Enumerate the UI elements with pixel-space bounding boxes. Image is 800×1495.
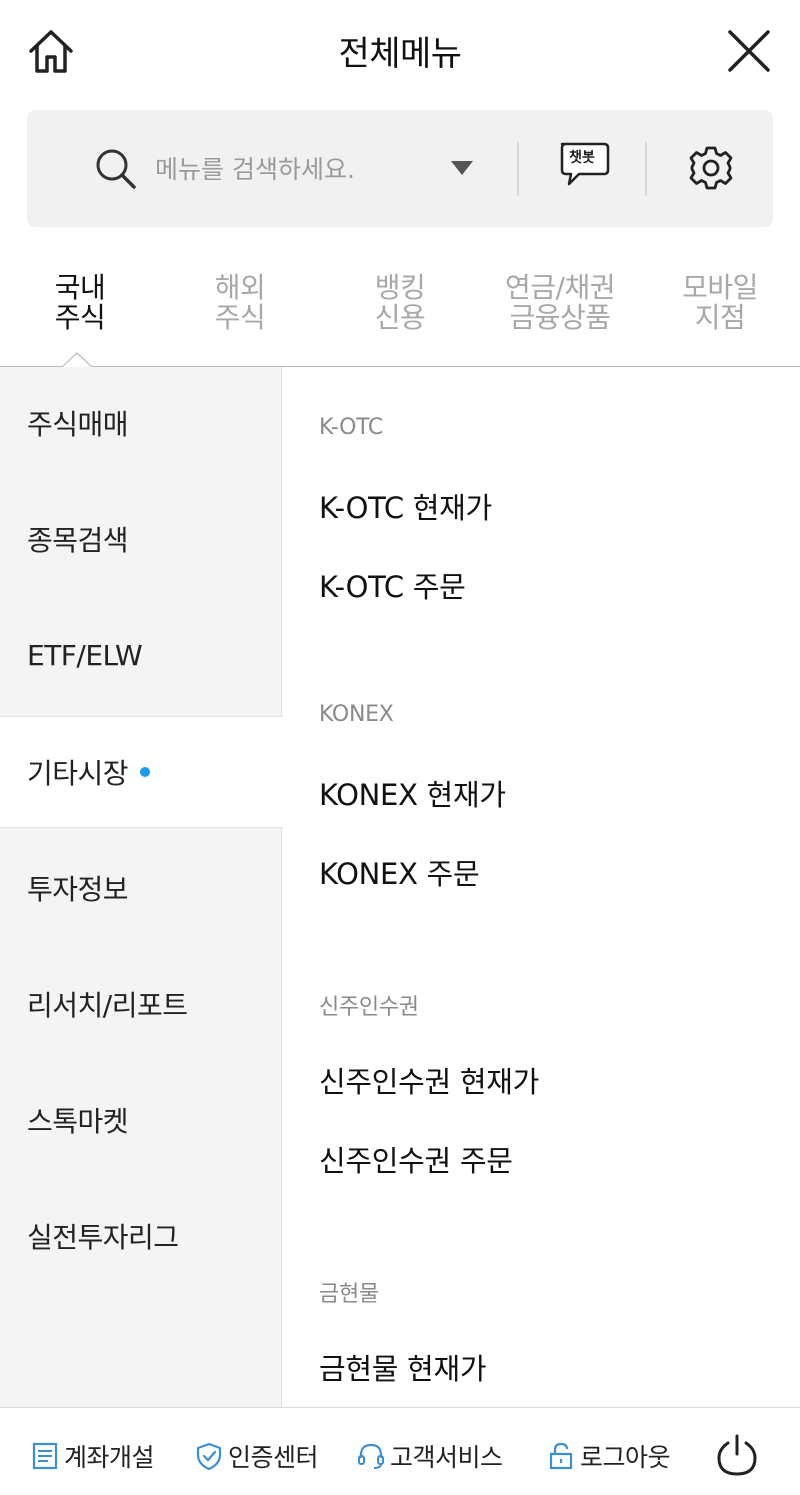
bottom-bar: 계좌개설 인증센터 고객서비스 로그아웃	[0, 1407, 800, 1495]
search-input[interactable]	[155, 148, 465, 190]
tab-pension-bond[interactable]: 연금/채권 금융상품	[480, 273, 640, 333]
submenu-item[interactable]: 신주인수권 주문	[319, 1138, 513, 1180]
search-icon	[96, 149, 136, 189]
left-menu-item-research-report[interactable]: 리서치/리포트	[0, 948, 282, 1060]
search-bar: 챗봇	[27, 110, 773, 227]
tab-banking-credit[interactable]: 뱅킹 신용	[320, 273, 480, 333]
section-header-warrants: 신주인수권	[319, 995, 419, 1020]
divider	[645, 142, 647, 196]
submenu-panel: K-OTC K-OTC 현재가 K-OTC 주문 KONEX KONEX 현재가…	[283, 367, 800, 1407]
tab-overseas-stock[interactable]: 해외 주식	[160, 273, 320, 333]
unlock-icon	[549, 1442, 573, 1470]
category-tabs: 국내 주식 해외 주식 뱅킹 신용 연금/채권 금융상품 모바일 지점	[0, 265, 800, 367]
active-tab-indicator-icon	[62, 352, 92, 368]
left-menu-item-trading-league[interactable]: 실전투자리그	[0, 1180, 282, 1292]
section-header-k-otc: K-OTC	[319, 415, 383, 440]
chatbot-button[interactable]: 챗봇	[557, 140, 613, 196]
divider	[517, 142, 519, 196]
active-dot-icon	[140, 767, 151, 777]
submenu-item[interactable]: K-OTC 현재가	[319, 485, 492, 527]
submenu-item[interactable]: 신주인수권 현재가	[319, 1059, 539, 1101]
close-button[interactable]	[720, 22, 778, 80]
gear-icon[interactable]	[687, 144, 735, 192]
left-menu-item-etf-elw[interactable]: ETF/ELW	[0, 599, 282, 711]
close-icon	[728, 30, 770, 72]
page-title: 전체메뉴	[338, 34, 462, 74]
left-menu-item-stock-search[interactable]: 종목검색	[0, 483, 282, 595]
account-open-button[interactable]: 계좌개설	[30, 1438, 155, 1474]
submenu-item[interactable]: 금현물 현재가	[319, 1346, 487, 1388]
cert-center-button[interactable]: 인증센터	[194, 1438, 319, 1474]
left-menu-item-other-markets[interactable]: 기타시장	[0, 716, 283, 828]
submenu-item[interactable]: KONEX 주문	[319, 851, 480, 893]
left-menu-item-stock-trading[interactable]: 주식매매	[0, 367, 282, 479]
submenu-item[interactable]: KONEX 현재가	[319, 772, 506, 814]
submenu-item[interactable]: K-OTC 주문	[319, 564, 466, 606]
header: 전체메뉴	[0, 0, 800, 100]
left-menu: 주식매매 종목검색 ETF/ELW 기타시장 투자정보 리서치/리포트 스톡마켓…	[0, 367, 283, 1407]
tab-mobile-branch[interactable]: 모바일 지점	[640, 273, 800, 333]
left-menu-item-investment-info[interactable]: 투자정보	[0, 832, 282, 944]
headset-icon	[358, 1443, 384, 1469]
tab-domestic-stock[interactable]: 국내 주식	[0, 273, 160, 333]
chatbot-label: 챗봇	[569, 150, 595, 166]
logout-button[interactable]: 로그아웃	[546, 1438, 671, 1474]
document-icon	[32, 1442, 58, 1470]
section-header-gold-spot: 금현물	[319, 1282, 379, 1307]
customer-service-button[interactable]: 고객서비스	[356, 1438, 503, 1474]
caret-down-icon[interactable]	[447, 156, 477, 180]
left-menu-item-stock-market[interactable]: 스톡마켓	[0, 1064, 282, 1176]
power-icon[interactable]	[714, 1432, 760, 1478]
section-header-konex: KONEX	[319, 702, 394, 727]
shield-icon	[196, 1442, 222, 1471]
